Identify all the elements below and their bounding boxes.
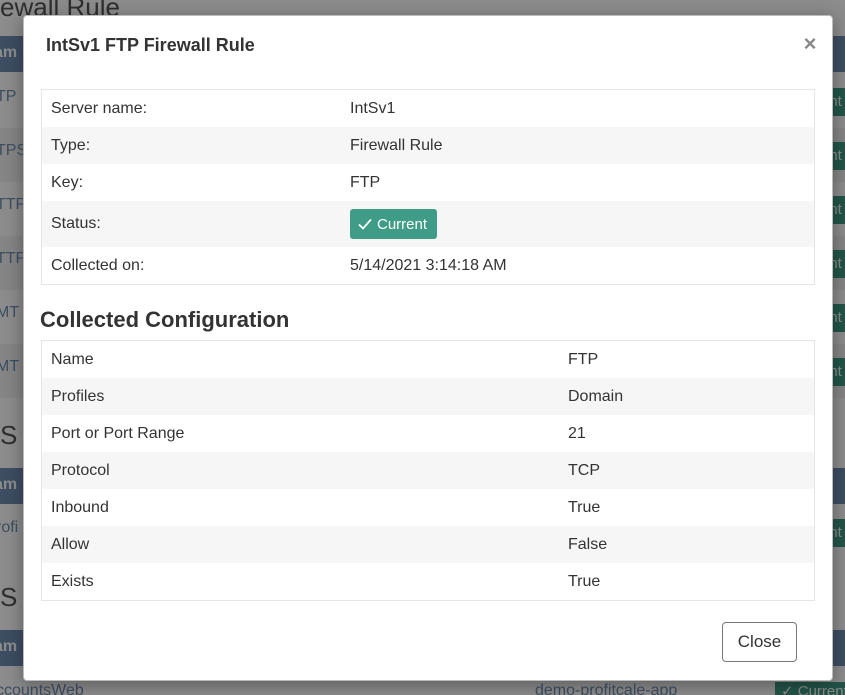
close-button[interactable]: Close [722, 622, 797, 662]
info-label: Collected on: [51, 256, 145, 274]
config-label: Protocol [41, 452, 559, 489]
config-row: Allow False [41, 526, 815, 563]
config-row: Protocol TCP [41, 452, 815, 489]
info-row-collected-on: Collected on: 5/14/2021 3:14:18 AM [42, 247, 815, 285]
info-value: 5/14/2021 3:14:18 AM [350, 256, 507, 274]
info-row-status: Status: Current [41, 201, 815, 247]
info-value: Current [341, 201, 815, 247]
info-label: Status: [41, 201, 341, 247]
info-value: FTP [350, 173, 381, 191]
config-label: Name [51, 350, 94, 368]
info-value: Firewall Rule [341, 127, 815, 164]
config-row: Profiles Domain [41, 378, 815, 415]
info-row-server-name: Server name: IntSv1 [42, 90, 815, 128]
config-value: False [559, 526, 815, 563]
info-value: IntSv1 [350, 99, 396, 117]
info-label: Server name: [51, 99, 148, 117]
server-info-table: Server name: IntSv1 Type: Firewall Rule … [41, 89, 815, 285]
config-value: True [568, 498, 601, 516]
config-value: FTP [568, 350, 599, 368]
status-text: Current [377, 215, 428, 233]
configuration-table: Name FTP Profiles Domain Port or Port Ra… [41, 340, 815, 601]
config-value: Domain [559, 378, 815, 415]
config-value: 21 [568, 424, 586, 442]
status-badge: Current [350, 209, 438, 239]
firewall-rule-dialog: IntSv1 FTP Firewall Rule × Server name: … [23, 15, 833, 681]
config-label: Exists [51, 572, 94, 590]
config-row: Name FTP [42, 341, 815, 379]
config-label: Allow [41, 526, 559, 563]
info-row-key: Key: FTP [42, 164, 815, 201]
config-row: Port or Port Range 21 [42, 415, 815, 452]
config-value: True [568, 572, 601, 590]
config-label: Inbound [51, 498, 109, 516]
check-icon [358, 218, 372, 230]
config-label: Port or Port Range [51, 424, 185, 442]
info-row-type: Type: Firewall Rule [41, 127, 815, 164]
config-value: TCP [559, 452, 815, 489]
info-label: Type: [41, 127, 341, 164]
dialog-title: IntSv1 FTP Firewall Rule [46, 35, 255, 55]
close-icon[interactable]: × [800, 33, 820, 55]
info-label: Key: [51, 173, 84, 191]
collected-configuration-heading: Collected Configuration [40, 307, 290, 332]
config-label: Profiles [41, 378, 559, 415]
config-row: Inbound True [42, 489, 815, 526]
config-row: Exists True [42, 563, 815, 601]
